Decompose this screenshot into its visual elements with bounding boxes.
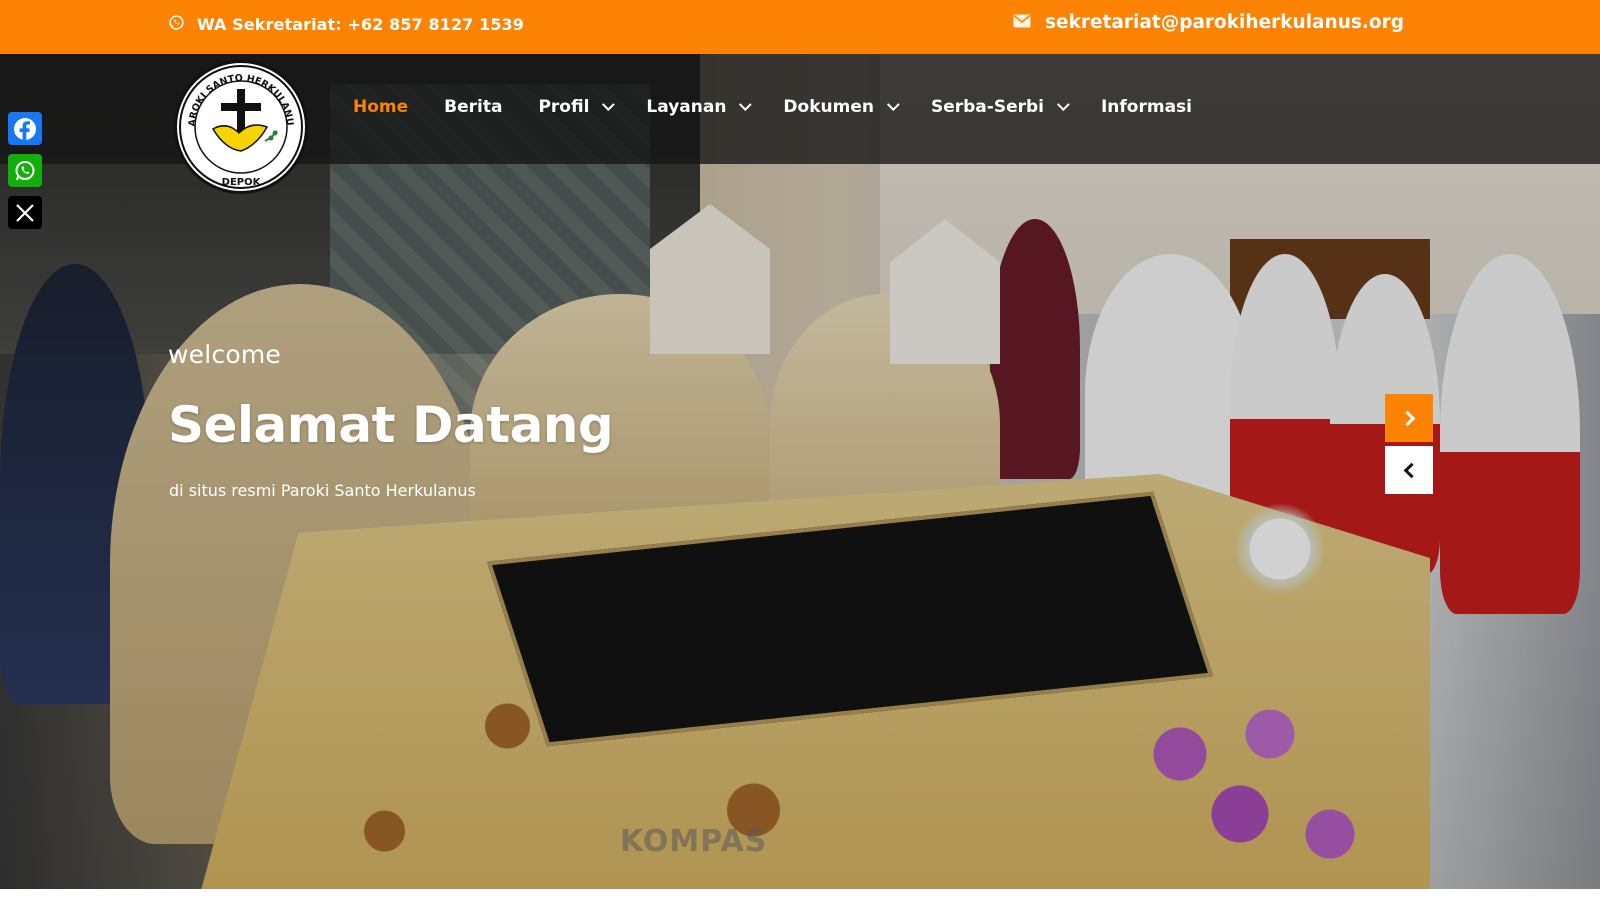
- facebook-icon: [14, 117, 36, 141]
- nav-label: Informasi: [1100, 97, 1193, 117]
- chevron-down-icon: [886, 97, 900, 111]
- whatsapp-label: WA Sekretariat: +62 857 8127 1539: [197, 15, 525, 34]
- site-logo[interactable]: PAROKI SANTO HERKULANUS DEPOK: [174, 60, 308, 194]
- share-facebook-button[interactable]: [8, 112, 42, 145]
- nav-layanan[interactable]: Layanan: [646, 97, 753, 117]
- logo-text-bottom: DEPOK: [222, 177, 262, 188]
- whatsapp-icon: [15, 160, 35, 180]
- nav-label: Profil: [538, 97, 590, 117]
- nav-label: Dokumen: [783, 97, 874, 117]
- main-navigation: Home Berita Profil Layanan Dokumen Serba…: [353, 97, 1192, 117]
- x-icon: [16, 203, 34, 222]
- nav-informasi[interactable]: Informasi: [1101, 97, 1192, 117]
- nav-dokumen[interactable]: Dokumen: [783, 97, 900, 117]
- hero-welcome-text: welcome: [168, 340, 281, 369]
- nav-label: Home: [353, 97, 409, 117]
- chevron-down-icon: [1056, 97, 1070, 111]
- top-contact-bar: WA Sekretariat: +62 857 8127 1539 sekret…: [0, 0, 1600, 54]
- nav-profil[interactable]: Profil: [538, 97, 616, 117]
- share-whatsapp-button[interactable]: [8, 154, 42, 187]
- hero-subtitle: di situs resmi Paroki Santo Herkulanus: [169, 481, 476, 500]
- nav-serba-serbi[interactable]: Serba-Serbi: [930, 97, 1070, 117]
- nav-label: Layanan: [646, 97, 727, 117]
- nav-label: Berita: [444, 97, 503, 117]
- chevron-right-icon: [1399, 410, 1415, 426]
- whatsapp-icon: [168, 14, 185, 35]
- parish-logo-icon: PAROKI SANTO HERKULANUS DEPOK: [177, 63, 303, 189]
- social-share-bar: [8, 112, 42, 229]
- nav-home[interactable]: Home: [353, 97, 408, 117]
- nav-label: Serba-Serbi: [930, 97, 1044, 117]
- whatsapp-contact[interactable]: WA Sekretariat: +62 857 8127 1539: [168, 14, 524, 35]
- slider-prev-button[interactable]: [1385, 446, 1433, 494]
- share-x-button[interactable]: [8, 196, 42, 229]
- chevron-left-icon: [1403, 462, 1419, 478]
- email-address: sekretariat@parokiherkulanus.org: [1045, 12, 1404, 33]
- nav-berita[interactable]: Berita: [444, 97, 502, 117]
- slider-next-button[interactable]: [1385, 394, 1433, 442]
- hero-title: Selamat Datang: [168, 396, 614, 454]
- photo-watermark: KOMPAS: [620, 824, 768, 859]
- chevron-down-icon: [739, 97, 753, 111]
- email-contact[interactable]: sekretariat@parokiherkulanus.org: [1013, 12, 1404, 33]
- chevron-down-icon: [602, 97, 616, 111]
- envelope-icon: [1013, 13, 1031, 32]
